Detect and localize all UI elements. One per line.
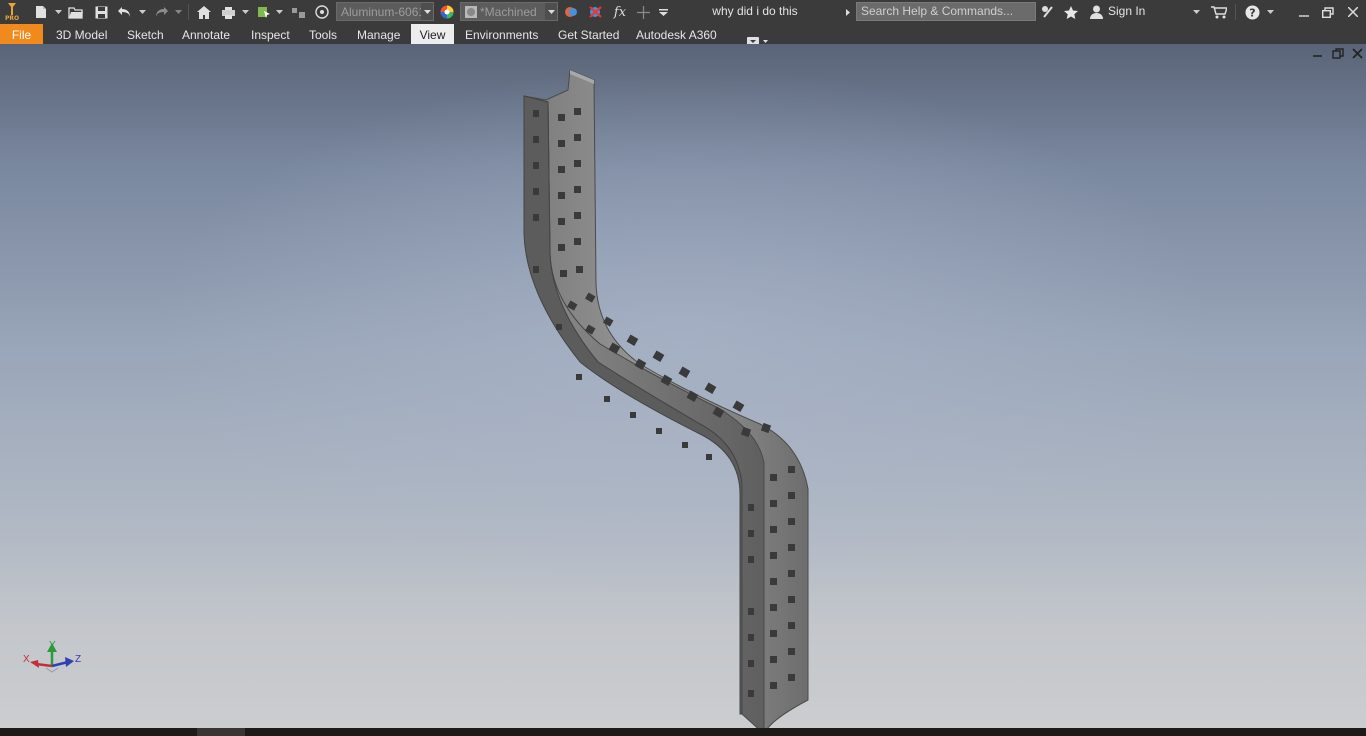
favorites-star-icon[interactable] [1062, 0, 1080, 24]
save-icon[interactable] [92, 0, 110, 24]
tab-manage[interactable]: Manage [357, 24, 400, 44]
svg-text:?: ? [1249, 6, 1255, 19]
search-input[interactable]: Search Help & Commands... [856, 2, 1036, 21]
x-axis-label: X [23, 654, 30, 665]
appearance-sphere-icon[interactable] [313, 0, 331, 24]
taskbar-app-button[interactable] [197, 728, 245, 736]
ribbon-tab-bar: File 3D Model Sketch Annotate Inspect To… [0, 24, 1366, 45]
material-dropdown[interactable]: Aluminum-6061 [336, 2, 434, 21]
tab-tools[interactable]: Tools [309, 24, 337, 44]
print-icon[interactable] [219, 0, 237, 24]
clear-appearance-icon[interactable] [586, 0, 604, 24]
tab-autodesk-a360[interactable]: Autodesk A360 [636, 24, 717, 44]
sign-in-chevron-down-icon[interactable] [1192, 0, 1200, 24]
x-axis-arrow-icon [30, 660, 39, 668]
material-value: Aluminum-6061 [341, 4, 426, 19]
tab-view[interactable]: View [411, 24, 454, 44]
y-axis-label: Y [49, 640, 56, 651]
update-icon[interactable] [289, 0, 307, 24]
adjust-appearance-icon[interactable] [562, 0, 580, 24]
os-taskbar [0, 728, 1366, 736]
toolbar-divider [1235, 4, 1236, 20]
tab-sketch[interactable]: Sketch [127, 24, 164, 44]
customize-toolbar-chevron-down-icon[interactable] [656, 0, 670, 24]
help-question-icon[interactable]: ? [1243, 0, 1261, 24]
quick-access-toolbar: PRO Aluminum-6061 *Machined fx why did i… [0, 0, 1366, 24]
parameters-fx-icon[interactable]: fx [610, 0, 630, 24]
undo-dropdown-chevron-down-icon[interactable] [138, 0, 146, 24]
appearance-chevron-down-icon[interactable] [545, 3, 557, 20]
inventor-logo-icon[interactable]: PRO [3, 0, 21, 24]
tab-3d-model[interactable]: 3D Model [56, 24, 107, 44]
fx-label: fx [613, 4, 627, 20]
new-dropdown-chevron-down-icon[interactable] [54, 0, 62, 24]
open-folder-icon[interactable] [66, 0, 86, 24]
user-account-icon[interactable] [1087, 0, 1105, 24]
select-filter-icon[interactable] [255, 0, 273, 24]
shopping-cart-icon[interactable] [1209, 0, 1229, 24]
minimize-window-icon[interactable] [1294, 0, 1314, 24]
help-chevron-down-icon[interactable] [1266, 0, 1274, 24]
measure-plus-icon[interactable] [634, 0, 652, 24]
tab-get-started[interactable]: Get Started [558, 24, 619, 44]
sign-in-link[interactable]: Sign In [1108, 0, 1145, 24]
material-chevron-down-icon[interactable] [421, 3, 433, 20]
appearance-value: *Machined [480, 4, 537, 19]
tab-file[interactable]: File [0, 24, 43, 44]
z-axis-arrow-icon [65, 657, 74, 667]
c-channel-bracket-model[interactable] [0, 44, 1366, 728]
search-binoculars-icon[interactable] [1039, 0, 1057, 24]
restore-window-icon[interactable] [1318, 0, 1338, 24]
tab-annotate[interactable]: Annotate [182, 24, 230, 44]
undo-icon[interactable] [116, 0, 134, 24]
graphics-viewport[interactable]: X Y Z [0, 44, 1366, 728]
document-title: why did i do this [712, 4, 798, 18]
home-icon[interactable] [195, 0, 213, 24]
toolbar-divider [188, 4, 189, 20]
z-axis-label: Z [75, 654, 82, 665]
tab-environments[interactable]: Environments [465, 24, 538, 44]
appearance-dropdown[interactable]: *Machined [460, 2, 558, 21]
redo-dropdown-chevron-down-icon[interactable] [174, 0, 182, 24]
new-file-icon[interactable] [32, 0, 50, 24]
search-expand-chevron-right-icon[interactable] [843, 0, 853, 24]
redo-icon[interactable] [152, 0, 170, 24]
appearance-swatch-icon [465, 5, 477, 18]
print-dropdown-chevron-down-icon[interactable] [241, 0, 249, 24]
color-wheel-icon[interactable] [438, 0, 456, 24]
close-window-icon[interactable] [1343, 0, 1363, 24]
tab-inspect[interactable]: Inspect [251, 24, 290, 44]
select-dropdown-chevron-down-icon[interactable] [275, 0, 283, 24]
